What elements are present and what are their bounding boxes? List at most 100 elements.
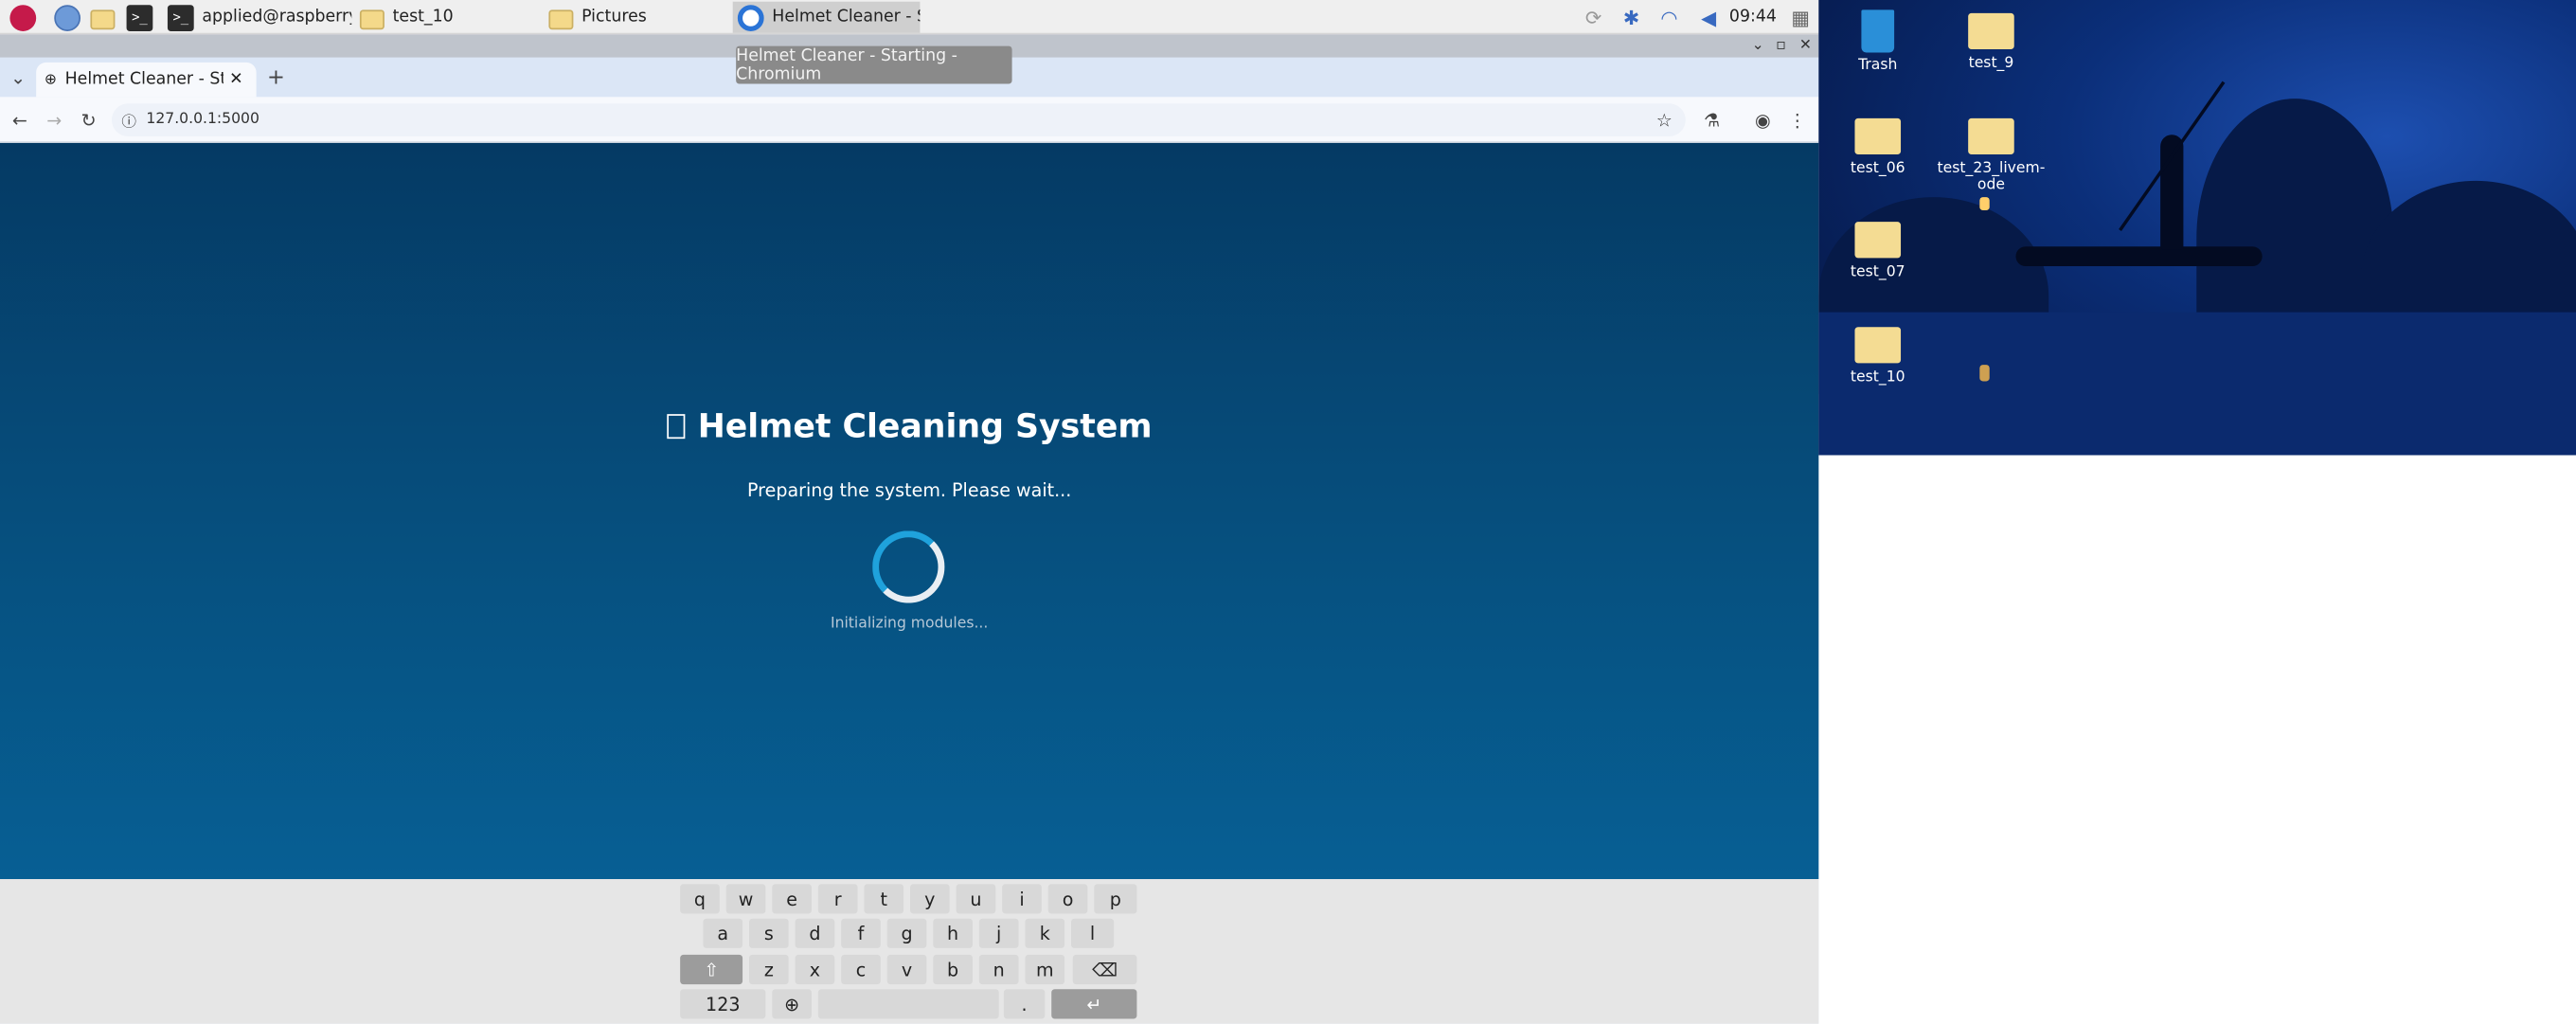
close-tab-icon[interactable]: ✕ — [229, 71, 243, 89]
key-n[interactable]: n — [978, 954, 1019, 985]
bluetooth-icon[interactable]: ✱ — [1619, 3, 1645, 30]
key-a[interactable]: a — [703, 918, 743, 948]
taskbar-window-test10[interactable]: test_10 — [355, 2, 536, 33]
globe-key[interactable]: ⊕ — [772, 989, 812, 1019]
key-r[interactable]: r — [817, 884, 858, 914]
key-e[interactable]: e — [772, 884, 812, 914]
key-c[interactable]: c — [841, 954, 881, 985]
desktop-icon-test23[interactable]: test_23_livem-ode — [1934, 117, 2048, 194]
desktop-icon-label: test_07 — [1850, 264, 1905, 281]
taskbar-window-pictures[interactable]: Pictures — [544, 2, 727, 33]
keyboard-toggle-icon[interactable]: ▦ — [1786, 3, 1816, 30]
terminal-launcher-button[interactable]: >_ — [121, 2, 154, 33]
key-l[interactable]: l — [1071, 918, 1115, 948]
folder-icon — [1968, 117, 2014, 155]
key-m[interactable]: m — [1025, 954, 1065, 985]
folder-icon — [1854, 327, 1902, 364]
site-info-icon[interactable]: ⓘ — [121, 109, 136, 131]
key-b[interactable]: b — [933, 954, 973, 985]
loading-spinner — [872, 530, 945, 603]
tab-search-icon[interactable]: ⌄ — [3, 63, 32, 92]
period-key[interactable]: . — [1003, 989, 1046, 1019]
minimize-icon[interactable]: ⌄ — [1746, 34, 1769, 57]
desktop-icon-test9[interactable]: test_9 — [1934, 12, 2048, 73]
key-h[interactable]: h — [933, 918, 973, 948]
key-w[interactable]: w — [725, 884, 766, 914]
key-t[interactable]: t — [864, 884, 904, 914]
key-f[interactable]: f — [841, 918, 881, 948]
volume-icon[interactable]: ◀ — [1693, 3, 1723, 30]
desktop-icon-label: test_9 — [1968, 55, 2014, 73]
folder-icon — [1854, 222, 1902, 259]
folder-icon — [90, 9, 116, 29]
raspberry-icon — [9, 4, 37, 31]
desktop-icon-label: test_06 — [1850, 161, 1905, 178]
taskbar-window-label: Pictures — [581, 8, 647, 27]
desktop-icon-test07[interactable]: test_07 — [1820, 222, 1935, 281]
url-text: 127.0.0.1:5000 — [146, 111, 259, 129]
desktop-icon-test10[interactable]: test_10 — [1820, 327, 1935, 386]
taskbar-window-label: applied@raspberrypi... — [202, 8, 351, 27]
taskbar-window-label: Helmet Cleaner - Star... — [772, 8, 920, 27]
reload-icon[interactable]: ↻ — [74, 105, 103, 135]
maximize-icon[interactable]: ▫ — [1769, 34, 1792, 57]
desktop-icon-label: test_23_livem-ode — [1937, 161, 2046, 194]
key-u[interactable]: u — [956, 884, 996, 914]
key-x[interactable]: x — [795, 954, 835, 985]
page-title-wrapper: Helmet Cleaning System — [0, 405, 1818, 445]
trash-icon — [1861, 9, 1895, 53]
backspace-key[interactable]: ⌫ — [1072, 954, 1137, 985]
folder-icon — [1854, 117, 1902, 155]
menu-kebab-icon[interactable]: ⋮ — [1782, 105, 1812, 135]
new-tab-icon[interactable]: + — [261, 63, 291, 92]
terminal-icon: >_ — [167, 4, 194, 31]
key-y[interactable]: y — [910, 884, 950, 914]
tab-title: Helmet Cleaner - Starting — [64, 70, 224, 89]
terminal-icon: >_ — [126, 4, 153, 31]
shift-key[interactable]: ⇧ — [680, 954, 743, 985]
enter-key[interactable]: ↵ — [1051, 989, 1137, 1019]
wallpaper-lantern-reflection — [1979, 365, 1990, 382]
taskbar-window-terminal[interactable]: >_ applied@raspberrypi... — [163, 2, 351, 33]
key-i[interactable]: i — [1002, 884, 1042, 914]
tab-helmet-cleaner[interactable]: ⊕ Helmet Cleaner - Starting ✕ — [36, 62, 257, 98]
status-text: Initializing modules... — [830, 616, 989, 633]
close-window-icon[interactable]: ✕ — [1794, 34, 1816, 57]
raspberry-menu-button[interactable] — [5, 2, 38, 33]
desktop-wallpaper: Trash test_9 test_06 test_23_livem-ode t… — [1818, 0, 2576, 456]
key-v[interactable]: v — [886, 954, 927, 985]
key-s[interactable]: s — [749, 918, 789, 948]
page-title: Helmet Cleaning System — [697, 405, 1153, 446]
chromium-icon — [737, 4, 764, 31]
space-key[interactable] — [817, 989, 999, 1019]
address-bar[interactable]: ⓘ 127.0.0.1:5000 ☆ — [111, 103, 1686, 136]
wallpaper-lantern — [1979, 197, 1990, 211]
key-k[interactable]: k — [1025, 918, 1065, 948]
numbers-key[interactable]: 123 — [680, 989, 766, 1019]
browser-toolbar: ← → ↻ ⓘ 127.0.0.1:5000 ☆ ⚗ ◉ ⋮ — [0, 97, 1819, 143]
key-q[interactable]: q — [680, 884, 720, 914]
key-o[interactable]: o — [1047, 884, 1088, 914]
forward-icon[interactable]: → — [40, 105, 69, 135]
wifi-icon[interactable]: ◠ — [1656, 3, 1683, 30]
updates-icon[interactable]: ⟳ — [1581, 3, 1607, 30]
key-z[interactable]: z — [749, 954, 789, 985]
browser-launcher-button[interactable] — [49, 2, 82, 33]
file-manager-launcher-button[interactable] — [85, 2, 118, 33]
profile-icon[interactable]: ◉ — [1748, 105, 1778, 135]
desktop-icon-trash[interactable]: Trash — [1820, 9, 1935, 74]
taskbar-window-chromium[interactable]: Helmet Cleaner - Star... — [732, 1, 921, 33]
onscreen-keyboard: q w e r t y u i o p a s d f g h j k l ⇧ … — [0, 879, 1819, 1024]
key-j[interactable]: j — [978, 918, 1019, 948]
folder-icon — [359, 9, 385, 29]
key-d[interactable]: d — [795, 918, 835, 948]
key-p[interactable]: p — [1094, 884, 1137, 914]
desktop-icon-test06[interactable]: test_06 — [1820, 117, 1935, 178]
wallpaper-boat — [2015, 246, 2263, 267]
desktop-icon-label: Trash — [1858, 57, 1898, 75]
back-icon[interactable]: ← — [5, 105, 34, 135]
clock[interactable]: 09:44 — [1728, 3, 1778, 30]
labs-icon[interactable]: ⚗ — [1697, 105, 1726, 135]
bookmark-star-icon[interactable]: ☆ — [1656, 109, 1673, 131]
key-g[interactable]: g — [886, 918, 927, 948]
